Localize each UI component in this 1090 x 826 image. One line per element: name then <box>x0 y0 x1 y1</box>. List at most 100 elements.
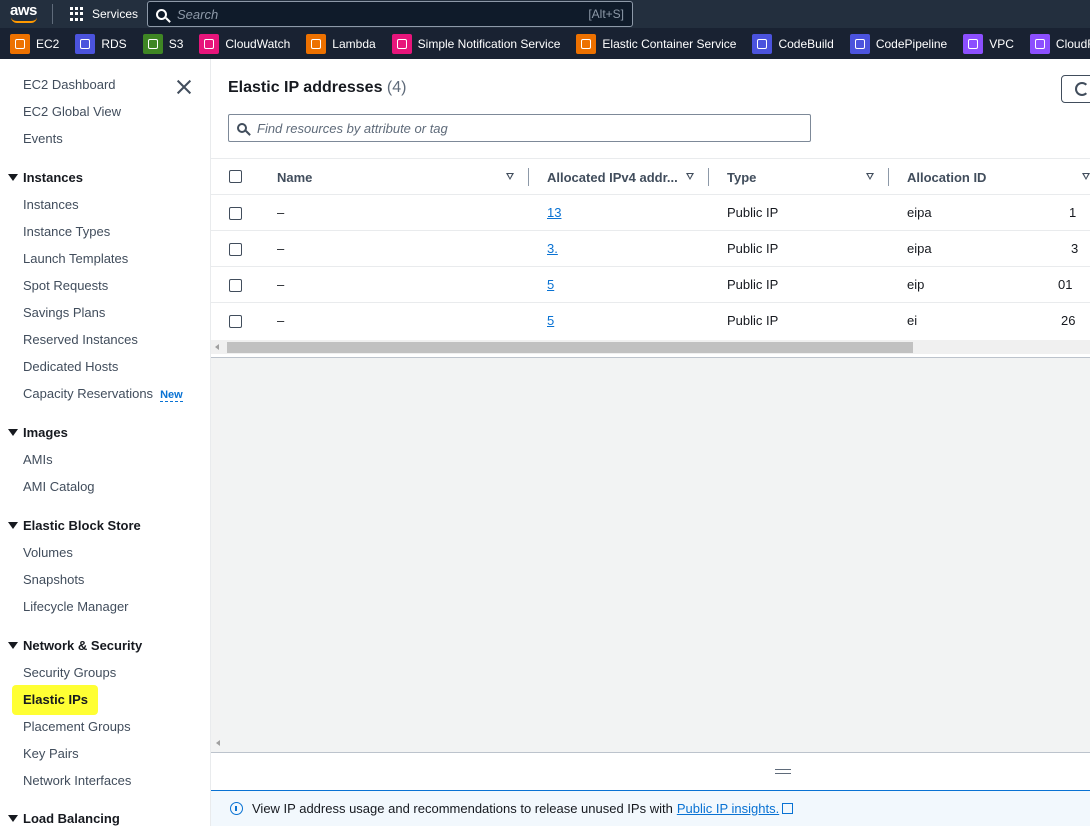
favorite-label: VPC <box>989 36 1014 51</box>
refresh-button[interactable] <box>1061 75 1090 103</box>
cell-allocation-id: eipa <box>907 205 932 220</box>
section-title: Network & Security <box>23 638 143 653</box>
favorite-ecs[interactable]: Elastic Container Service <box>576 33 736 54</box>
cell-allocation-id-suffix: 3 <box>1071 241 1079 256</box>
sidebar-item-ami-catalog[interactable]: AMI Catalog <box>23 479 95 494</box>
column-header-name[interactable]: Name <box>277 159 312 195</box>
cell-type: Public IP <box>727 205 779 220</box>
column-label: Type <box>727 169 757 185</box>
sort-icon[interactable] <box>686 173 694 180</box>
info-icon <box>230 802 243 815</box>
column-header-type[interactable]: Type <box>727 159 756 195</box>
row-checkbox[interactable] <box>229 279 242 292</box>
services-menu-button[interactable]: Services <box>70 0 138 28</box>
table-row[interactable]: – 5 Public IP eip 01 <box>211 266 1090 302</box>
table-row[interactable]: – 13 Public IP eipa 1 <box>211 194 1090 230</box>
filter-placeholder: Find resources by attribute or tag <box>257 120 448 136</box>
sidebar-item-ec2-dashboard[interactable]: EC2 Dashboard <box>23 77 116 92</box>
row-checkbox[interactable] <box>229 315 242 328</box>
scrollbar-thumb[interactable] <box>227 342 913 353</box>
favorite-codebuild[interactable]: CodeBuild <box>752 33 834 54</box>
scroll-left-icon[interactable] <box>215 344 219 350</box>
section-instances[interactable]: Instances <box>8 170 83 185</box>
favorite-lambda[interactable]: Lambda <box>306 33 376 54</box>
sidebar-item-reserved-instances[interactable]: Reserved Instances <box>23 332 138 347</box>
sidebar-item-spot-requests[interactable]: Spot Requests <box>23 278 108 293</box>
cell-ip-link[interactable]: 13 <box>547 205 561 220</box>
favorite-cloudfront[interactable]: CloudFront <box>1029 33 1090 54</box>
favorite-rds[interactable]: RDS <box>75 33 127 54</box>
sidebar-item-elastic-ips[interactable]: Elastic IPs <box>23 692 88 707</box>
sort-icon[interactable] <box>506 173 514 180</box>
caret-down-icon <box>8 522 18 529</box>
section-images[interactable]: Images <box>8 425 68 440</box>
sidebar-item-launch-templates[interactable]: Launch Templates <box>23 251 128 266</box>
caret-down-icon <box>8 429 18 436</box>
favorite-cloudwatch[interactable]: CloudWatch <box>199 33 290 54</box>
column-resizer[interactable] <box>888 168 889 186</box>
sidebar-item-amis[interactable]: AMIs <box>23 452 53 467</box>
sort-icon[interactable] <box>1082 173 1090 180</box>
search-placeholder: Search <box>177 6 219 22</box>
search-input[interactable]: Search [Alt+S] <box>147 1 633 27</box>
select-all-checkbox[interactable] <box>229 170 242 183</box>
sort-icon[interactable] <box>866 173 874 180</box>
scroll-left-icon[interactable] <box>216 740 220 746</box>
horizontal-scrollbar[interactable] <box>211 340 1090 354</box>
section-network-security[interactable]: Network & Security <box>8 638 142 653</box>
cell-allocation-id-suffix: 26 <box>1061 313 1076 328</box>
sidebar-item-network-interfaces[interactable]: Network Interfaces <box>23 773 131 788</box>
table-row[interactable]: – 5 Public IP ei 26 <box>211 302 1090 338</box>
filter-input[interactable]: Find resources by attribute or tag <box>228 114 811 142</box>
row-checkbox[interactable] <box>229 243 242 256</box>
sidebar-item-lifecycle-manager[interactable]: Lifecycle Manager <box>23 599 129 614</box>
cell-ip-link[interactable]: 3. <box>547 241 558 256</box>
sidebar-item-security-groups[interactable]: Security Groups <box>23 665 116 680</box>
cell-ip-link[interactable]: 5 <box>547 313 554 328</box>
public-ip-insights-link[interactable]: Public IP insights. <box>677 801 779 816</box>
column-header-ipv4[interactable]: Allocated IPv4 addr... <box>547 159 678 195</box>
cell-ip-link[interactable]: 5 <box>547 277 554 292</box>
sidebar-item-ec2-global-view[interactable]: EC2 Global View <box>23 104 121 119</box>
search-shortcut-hint: [Alt+S] <box>588 7 624 21</box>
external-link-icon[interactable] <box>782 803 794 814</box>
rds-icon <box>75 33 96 54</box>
table-row[interactable]: – 3. Public IP eipa 3 <box>211 230 1090 266</box>
ecs-icon <box>576 33 597 54</box>
info-text: View IP address usage and recommendation… <box>252 801 673 816</box>
section-load-balancing[interactable]: Load Balancing <box>8 811 120 826</box>
sidebar-item-dedicated-hosts[interactable]: Dedicated Hosts <box>23 359 118 374</box>
cell-type: Public IP <box>727 313 779 328</box>
s3-icon <box>142 33 163 54</box>
favorite-vpc[interactable]: VPC <box>963 33 1014 54</box>
favorite-s3[interactable]: S3 <box>142 33 183 54</box>
column-header-allocation-id[interactable]: Allocation ID <box>907 159 986 195</box>
close-icon[interactable] <box>176 79 192 95</box>
top-nav: aws Services Search [Alt+S] <box>0 0 1090 28</box>
favorite-codepipeline[interactable]: CodePipeline <box>849 33 947 54</box>
sidebar-item-capacity-reservations[interactable]: Capacity Reservations New <box>23 386 183 402</box>
page-title-text: Elastic IP addresses <box>228 79 383 96</box>
column-resizer[interactable] <box>708 168 709 186</box>
column-resizer[interactable] <box>528 168 529 186</box>
drag-handle-icon[interactable] <box>775 769 791 774</box>
sidebar-item-snapshots[interactable]: Snapshots <box>23 572 84 587</box>
table-empty-area <box>211 358 1090 752</box>
sidebar-item-events[interactable]: Events <box>23 131 63 146</box>
sidebar-item-volumes[interactable]: Volumes <box>23 545 73 560</box>
sidebar-item-instance-types[interactable]: Instance Types <box>23 224 110 239</box>
sidebar-item-placement-groups[interactable]: Placement Groups <box>23 719 131 734</box>
favorite-ec2[interactable]: EC2 <box>10 33 59 54</box>
favorite-sns[interactable]: Simple Notification Service <box>391 33 560 54</box>
section-elastic-block-store[interactable]: Elastic Block Store <box>8 518 141 533</box>
sidebar-item-instances[interactable]: Instances <box>23 197 79 212</box>
caret-down-icon <box>8 174 18 181</box>
section-title: Load Balancing <box>23 811 120 826</box>
page-title: Elastic IP addresses (4) <box>228 79 406 97</box>
sidebar-item-key-pairs[interactable]: Key Pairs <box>23 746 79 761</box>
sidebar-item-savings-plans[interactable]: Savings Plans <box>23 305 105 320</box>
favorite-label: CodeBuild <box>778 36 834 51</box>
search-icon <box>237 123 247 133</box>
cell-name: – <box>277 277 285 292</box>
row-checkbox[interactable] <box>229 207 242 220</box>
